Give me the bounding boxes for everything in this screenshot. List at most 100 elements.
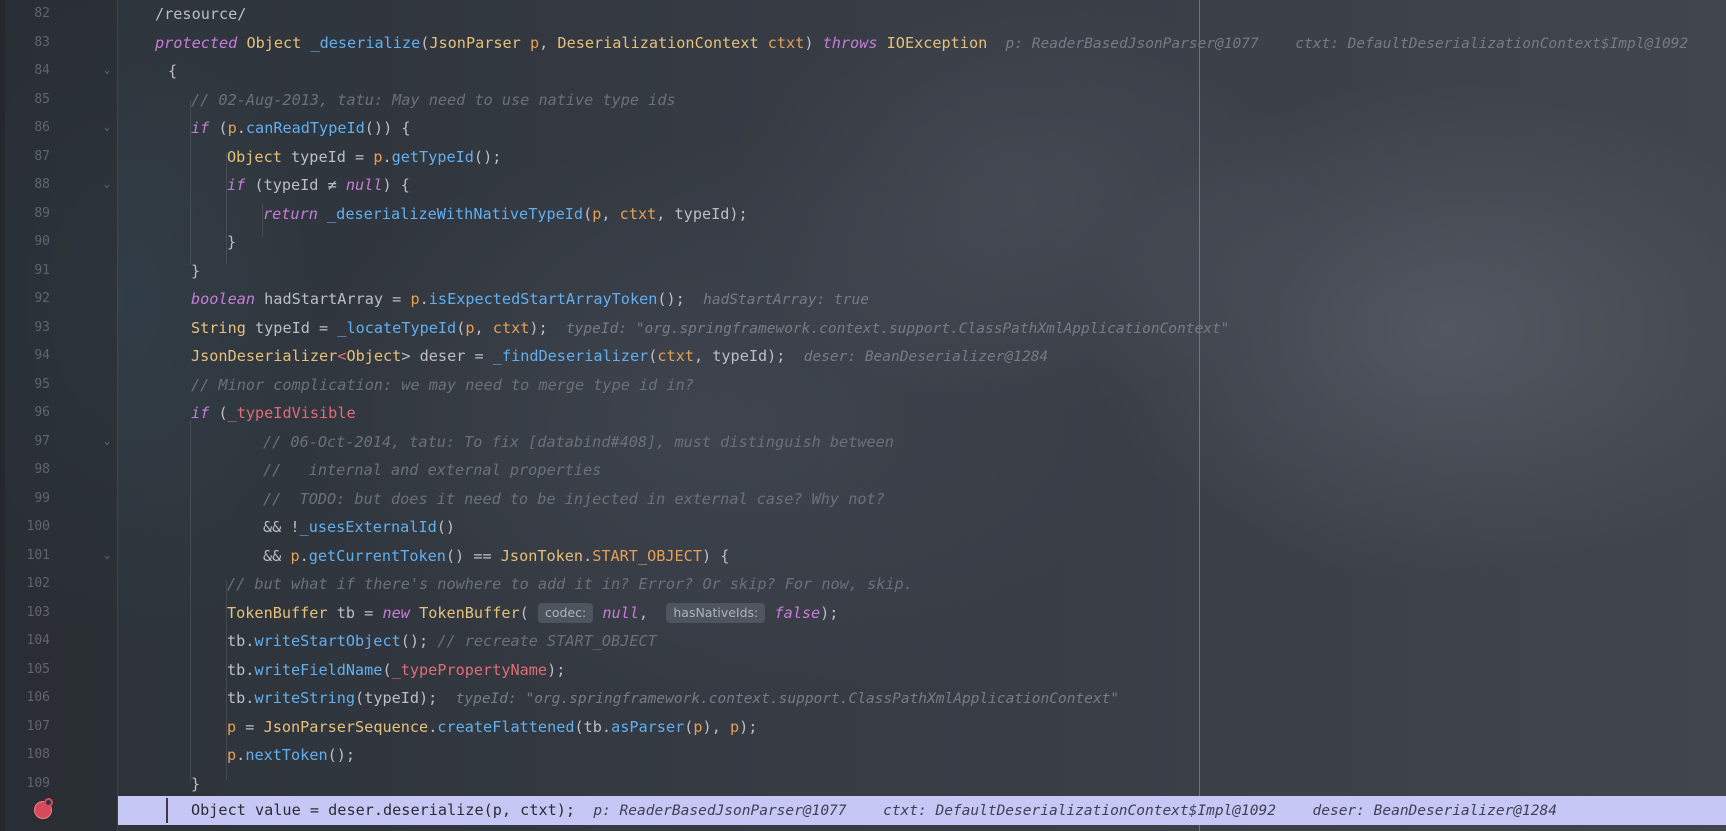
code-line[interactable]: 88 ⌄ if (typeId ≠ null) { bbox=[0, 171, 1726, 200]
code-line[interactable]: 104 tb.writeStartObject(); // recreate S… bbox=[0, 627, 1726, 656]
code-line[interactable]: 83 protected Object _deserialize(JsonPar… bbox=[0, 29, 1726, 58]
inline-debug-hint: hadStartArray: true bbox=[703, 292, 869, 308]
parameter-hint-chip: codec: bbox=[537, 602, 594, 623]
code-text: p.nextToken(); bbox=[227, 746, 356, 764]
breakpoint-icon[interactable] bbox=[34, 798, 53, 819]
line-number: 89 bbox=[34, 205, 50, 221]
inline-debug-hint: ctxt: DefaultDeserializationContext$Impl… bbox=[1295, 35, 1689, 52]
code-line[interactable]: 93 String typeId = _locateTypeId(p, ctxt… bbox=[0, 314, 1726, 343]
fold-chevron-icon[interactable]: ⌄ bbox=[101, 57, 113, 86]
line-number: 101 bbox=[26, 547, 50, 563]
code-line[interactable]: 109 } bbox=[0, 770, 1726, 799]
line-number: 91 bbox=[34, 262, 50, 278]
current-execution-line[interactable]: Object value = deser.deserialize(p, ctxt… bbox=[118, 796, 1726, 825]
code-line[interactable]: 94 JsonDeserializer<Object> deser = _fin… bbox=[0, 342, 1726, 371]
code-text: String typeId = _locateTypeId(p, ctxt); … bbox=[191, 318, 1230, 337]
fold-chevron-icon[interactable]: ⌄ bbox=[101, 114, 113, 143]
code-text: && p.getCurrentToken() == JsonToken.STAR… bbox=[263, 546, 730, 565]
inline-debug-hint: deser: BeanDeserializer@1284 bbox=[803, 349, 1049, 365]
code-text: if (typeId ≠ null) { bbox=[227, 176, 410, 194]
code-line[interactable]: 89 return _deserializeWithNativeTypeId(p… bbox=[0, 200, 1726, 229]
line-number: 108 bbox=[26, 747, 50, 762]
code-line[interactable]: 99 // TODO: but does it need to be injec… bbox=[0, 485, 1726, 514]
line-number: 85 bbox=[34, 91, 50, 107]
code-line[interactable]: 103 TokenBuffer tb = new TokenBuffer( co… bbox=[0, 599, 1726, 628]
code-comment: // but what if there's nowhere to add it… bbox=[227, 575, 913, 593]
code-line[interactable]: 107 p = JsonParserSequence.createFlatten… bbox=[0, 713, 1726, 742]
code-text: tb.writeFieldName(_typePropertyName); bbox=[227, 660, 566, 679]
code-text: tb.writeStartObject(); // recreate START… bbox=[227, 632, 657, 650]
line-number: 98 bbox=[34, 462, 50, 477]
code-text: { bbox=[168, 62, 178, 80]
code-line[interactable]: 108 p.nextToken(); bbox=[0, 741, 1726, 770]
line-number: 97 bbox=[34, 433, 50, 449]
code-text: Object typeId = p.getTypeId(); bbox=[227, 147, 502, 166]
line-number: 84 bbox=[34, 63, 50, 78]
fold-chevron-icon[interactable]: ⌄ bbox=[101, 542, 113, 571]
code-line[interactable]: 86 ⌄ if (p.canReadTypeId()) { bbox=[0, 114, 1726, 143]
line-number: 82 bbox=[34, 6, 50, 21]
code-line[interactable]: 91 } bbox=[0, 257, 1726, 286]
code-line[interactable]: 105 tb.writeFieldName(_typePropertyName)… bbox=[0, 656, 1726, 685]
code-comment: // Minor complication: we may need to me… bbox=[191, 375, 694, 394]
code-line[interactable]: 82 /resource/ bbox=[0, 0, 1726, 29]
code-comment: // internal and external properties bbox=[263, 461, 602, 479]
code-text: } bbox=[191, 261, 201, 280]
code-comment: // 02-Aug-2013, tatu: May need to use na… bbox=[191, 90, 676, 109]
line-number: 100 bbox=[26, 519, 50, 534]
code-line[interactable]: 102 // but what if there's nowhere to ad… bbox=[0, 570, 1726, 599]
parameter-hint-chip: hasNativeIds: bbox=[666, 602, 766, 623]
inline-debug-hint: p: ReaderBasedJsonParser@1077 bbox=[593, 803, 847, 819]
code-line[interactable]: 97 ⌄ // 06-Oct-2014, tatu: To fix [datab… bbox=[0, 428, 1726, 457]
code-line[interactable]: 87 Object typeId = p.getTypeId(); bbox=[0, 143, 1726, 172]
inline-debug-hint: typeId: "org.springframework.context.sup… bbox=[455, 691, 1120, 707]
line-number: 93 bbox=[34, 319, 50, 335]
code-comment: // 06-Oct-2014, tatu: To fix [databind#4… bbox=[263, 432, 894, 451]
code-text: } bbox=[191, 774, 201, 793]
inline-debug-hint: ctxt: DefaultDeserializationContext$Impl… bbox=[883, 803, 1276, 819]
inline-debug-hint: p: ReaderBasedJsonParser@1077 bbox=[1005, 35, 1259, 52]
code-text: p = JsonParserSequence.createFlattened(t… bbox=[227, 717, 758, 736]
code-line[interactable]: 100 && !_usesExternalId() bbox=[0, 513, 1726, 542]
fold-chevron-icon[interactable]: ⌄ bbox=[101, 171, 113, 200]
code-line[interactable]: 84 ⌄ { bbox=[0, 57, 1726, 86]
code-line[interactable]: 92 boolean hadStartArray = p.isExpectedS… bbox=[0, 285, 1726, 314]
text-caret bbox=[166, 798, 168, 823]
code-text: && !_usesExternalId() bbox=[263, 518, 456, 536]
inline-debug-hint: deser: BeanDeserializer@1284 bbox=[1312, 803, 1557, 819]
line-number: 106 bbox=[26, 690, 50, 705]
line-number: 88 bbox=[34, 177, 50, 192]
inline-debug-hint: typeId: "org.springframework.context.sup… bbox=[565, 320, 1230, 337]
line-number: 94 bbox=[34, 348, 50, 363]
code-text: TokenBuffer tb = new TokenBuffer( codec:… bbox=[227, 602, 839, 623]
code-line[interactable]: 90 } bbox=[0, 228, 1726, 257]
code-text: return _deserializeWithNativeTypeId(p, c… bbox=[263, 204, 748, 223]
line-number: 87 bbox=[34, 148, 50, 164]
line-number: 99 bbox=[34, 490, 50, 506]
line-number: 102 bbox=[26, 576, 50, 591]
code-text: JsonDeserializer<Object> deser = _findDe… bbox=[191, 347, 1049, 365]
line-number: 83 bbox=[34, 34, 50, 50]
code-line[interactable]: 96 if (_typeIdVisible bbox=[0, 399, 1726, 428]
line-number: 104 bbox=[26, 633, 50, 648]
code-line[interactable]: 101 ⌄ && p.getCurrentToken() == JsonToke… bbox=[0, 542, 1726, 571]
line-number: 107 bbox=[26, 718, 50, 734]
code-text: tb.writeString(typeId); typeId: "org.spr… bbox=[227, 689, 1120, 707]
code-line[interactable]: 85 // 02-Aug-2013, tatu: May need to use… bbox=[0, 86, 1726, 115]
line-number: 105 bbox=[26, 661, 50, 677]
code-text: if (_typeIdVisible bbox=[191, 404, 356, 422]
code-line[interactable]: 106 tb.writeString(typeId); typeId: "org… bbox=[0, 684, 1726, 713]
code-text: } bbox=[227, 233, 237, 251]
code-comment: // TODO: but does it need to be injected… bbox=[263, 489, 885, 508]
fold-chevron-icon[interactable]: ⌄ bbox=[101, 428, 113, 457]
code-editor[interactable]: 82 /resource/ 83 protected Object _deser… bbox=[0, 0, 1726, 831]
line-number: 92 bbox=[34, 291, 50, 306]
code-text: protected Object _deserialize(JsonParser… bbox=[155, 33, 1689, 52]
line-number: 90 bbox=[34, 234, 50, 249]
line-number: 95 bbox=[34, 376, 50, 392]
code-text: boolean hadStartArray = p.isExpectedStar… bbox=[191, 290, 869, 308]
line-number: 103 bbox=[26, 604, 50, 620]
code-line[interactable]: 98 // internal and external properties bbox=[0, 456, 1726, 485]
line-number: 96 bbox=[34, 405, 50, 420]
code-line[interactable]: 95 // Minor complication: we may need to… bbox=[0, 371, 1726, 400]
